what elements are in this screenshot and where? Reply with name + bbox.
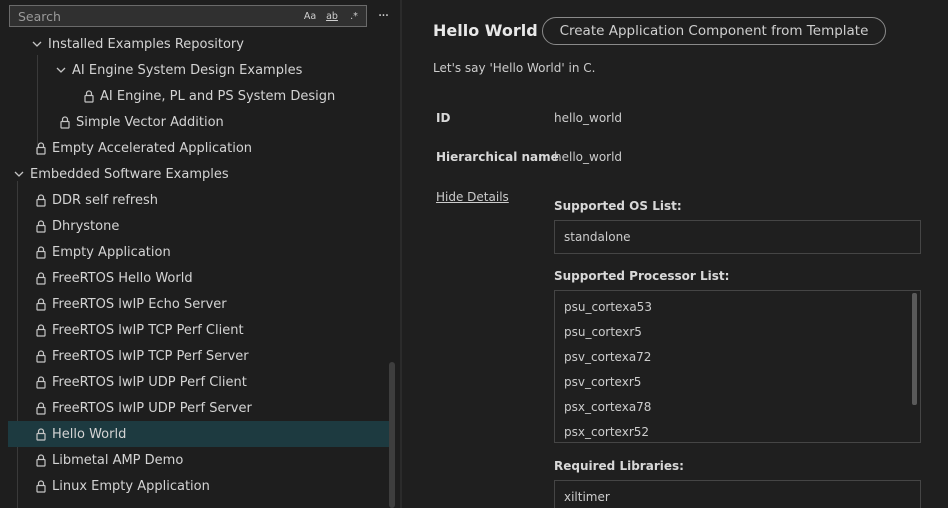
list-item: psv_cortexa72 (564, 350, 652, 364)
tree-item-label: FreeRTOS lwIP UDP Perf Client (52, 374, 247, 390)
supported-os-label: Supported OS List: (554, 199, 682, 213)
tree-item-label: DDR self refresh (52, 192, 158, 208)
create-from-template-button[interactable]: Create Application Component from Templa… (542, 17, 886, 45)
tree-item-label: Hello World (52, 426, 127, 442)
template-icon (58, 115, 72, 129)
template-icon (34, 141, 48, 155)
tree-item-embedded-software-examples[interactable]: Embedded Software Examples (8, 161, 390, 187)
template-icon (82, 89, 96, 103)
tree-item-label: Empty Accelerated Application (52, 140, 253, 156)
match-case-toggle[interactable]: Aa (300, 7, 320, 25)
tree-item-empty-application[interactable]: Empty Application (8, 239, 390, 265)
list-item: standalone (564, 230, 631, 244)
tree-item-label: FreeRTOS Hello World (52, 270, 193, 286)
tree-item-ai-engine-system-design-examples[interactable]: AI Engine System Design Examples (8, 57, 390, 83)
tree-item-label: FreeRTOS lwIP TCP Perf Client (52, 322, 244, 338)
tree-item-libmetal-amp-demo[interactable]: Libmetal AMP Demo (8, 447, 390, 473)
more-actions-icon[interactable]: ··· (374, 6, 392, 26)
tree-item-freertos-lwip-udp-perf-client[interactable]: FreeRTOS lwIP UDP Perf Client (8, 369, 390, 395)
tree-item-label: AI Engine, PL and PS System Design (100, 88, 336, 104)
tree-item-label: AI Engine System Design Examples (72, 62, 303, 78)
required-libraries-list: xiltimer (554, 480, 921, 508)
tree-item-label: FreeRTOS lwIP Echo Server (52, 296, 227, 312)
template-icon (34, 479, 48, 493)
list-item: psu_cortexr5 (564, 325, 642, 339)
tree-item-label: FreeRTOS lwIP UDP Perf Server (52, 400, 252, 416)
id-value: hello_world (554, 111, 623, 125)
template-icon (34, 271, 48, 285)
template-icon (34, 427, 48, 441)
required-libraries-label: Required Libraries: (554, 459, 684, 473)
detail-panel: Hello World Create Application Component… (402, 0, 948, 508)
hierarchical-name-value: hello_world (554, 150, 623, 164)
template-icon (34, 453, 48, 467)
tree-item-label: FreeRTOS lwIP TCP Perf Server (52, 348, 249, 364)
template-icon (34, 297, 48, 311)
tree-item-simple-vector-addition[interactable]: Simple Vector Addition (8, 109, 390, 135)
list-item: psu_cortexa53 (564, 300, 652, 314)
template-icon (34, 401, 48, 415)
match-whole-word-toggle[interactable]: ab (322, 7, 342, 25)
tree-item-freertos-lwip-tcp-perf-client[interactable]: FreeRTOS lwIP TCP Perf Client (8, 317, 390, 343)
tree-item-empty-accelerated-application[interactable]: Empty Accelerated Application (8, 135, 390, 161)
tree-item-ai-engine-pl-ps-system-design[interactable]: AI Engine, PL and PS System Design (8, 83, 390, 109)
explorer-panel: Aa ab .* ··· Installed Examples Reposito… (0, 0, 400, 508)
description: Let's say 'Hello World' in C. (433, 61, 596, 75)
template-icon (34, 245, 48, 259)
tree-item-label: Linux Empty Application (52, 478, 210, 494)
page-title: Hello World (433, 21, 538, 40)
tree-item-hello-world[interactable]: Hello World (8, 421, 390, 447)
tree-item-label: Embedded Software Examples (30, 166, 229, 182)
regex-toggle[interactable]: .* (344, 7, 364, 25)
hide-details-link[interactable]: Hide Details (436, 190, 509, 204)
list-item: psx_cortexr52 (564, 425, 650, 439)
search-box: Aa ab .* (9, 5, 367, 27)
template-icon (34, 323, 48, 337)
tree-item-dhrystone[interactable]: Dhrystone (8, 213, 390, 239)
processor-list-scrollbar[interactable] (912, 293, 917, 405)
chevron-down-icon (54, 63, 68, 77)
tree-item-freertos-lwip-echo-server[interactable]: FreeRTOS lwIP Echo Server (8, 291, 390, 317)
tree-item-label: Installed Examples Repository (48, 36, 244, 52)
template-icon (34, 349, 48, 363)
id-label: ID (436, 111, 451, 125)
tree-scrollbar[interactable] (389, 362, 395, 508)
supported-processor-list: psu_cortexa53 psu_cortexr5 psv_cortexa72… (554, 290, 921, 443)
template-icon (34, 375, 48, 389)
chevron-down-icon (12, 167, 26, 181)
tree-item-label: Dhrystone (52, 218, 120, 234)
tree-item-ddr-self-refresh[interactable]: DDR self refresh (8, 187, 390, 213)
tree-item-label: Libmetal AMP Demo (52, 452, 184, 468)
supported-processor-label: Supported Processor List: (554, 269, 730, 283)
tree-item-installed-examples-repository[interactable]: Installed Examples Repository (8, 31, 390, 57)
tree-item-freertos-hello-world[interactable]: FreeRTOS Hello World (8, 265, 390, 291)
supported-os-list: standalone (554, 220, 921, 254)
template-icon (34, 219, 48, 233)
tree-item-linux-empty-application[interactable]: Linux Empty Application (8, 473, 390, 499)
hierarchical-name-label: Hierarchical name (436, 150, 559, 164)
chevron-down-icon (30, 37, 44, 51)
list-item: psx_cortexa78 (564, 400, 652, 414)
list-item: psv_cortexr5 (564, 375, 642, 389)
tree-item-freertos-lwip-tcp-perf-server[interactable]: FreeRTOS lwIP TCP Perf Server (8, 343, 390, 369)
list-item: xiltimer (564, 490, 610, 504)
template-icon (34, 193, 48, 207)
tree-item-freertos-lwip-udp-perf-server[interactable]: FreeRTOS lwIP UDP Perf Server (8, 395, 390, 421)
search-input[interactable] (10, 5, 300, 27)
tree-item-label: Empty Application (52, 244, 171, 260)
tree-item-label: Simple Vector Addition (76, 114, 224, 130)
